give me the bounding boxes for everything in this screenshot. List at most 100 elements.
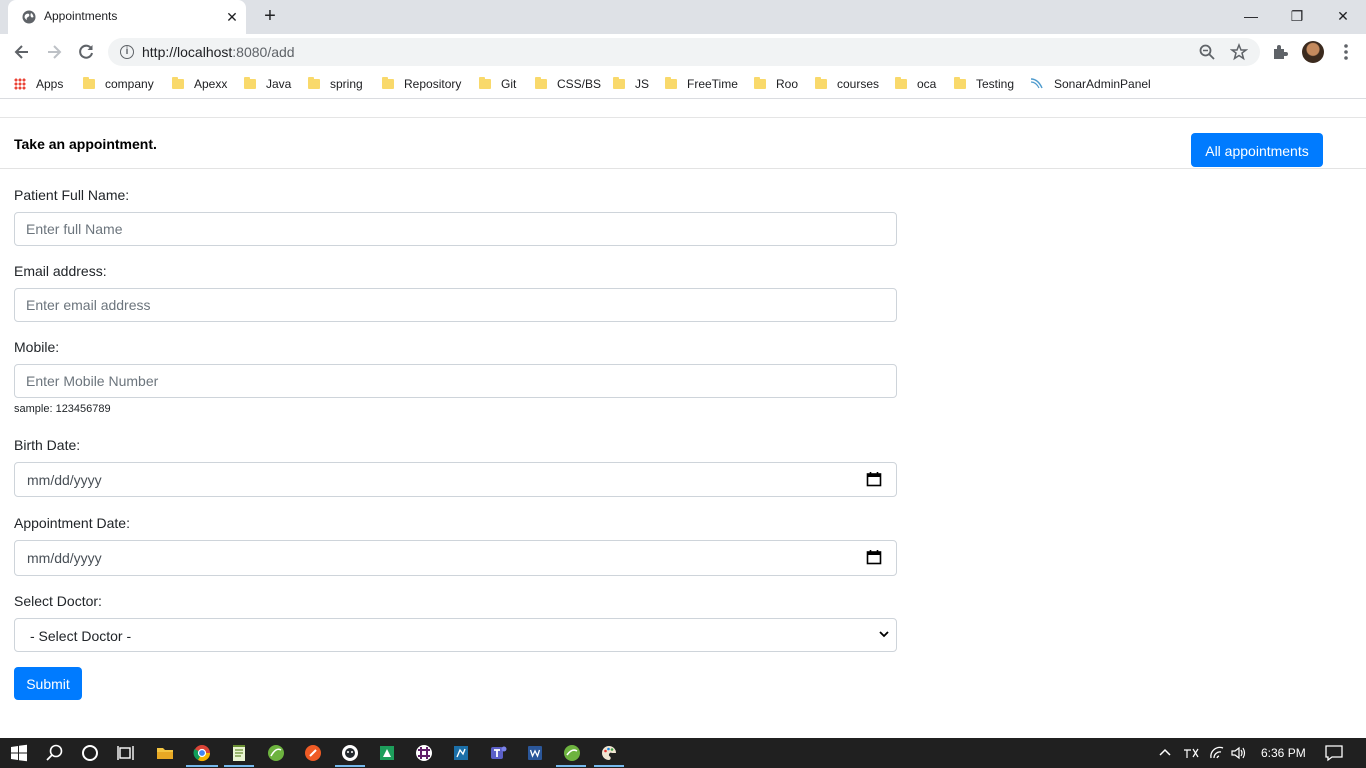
info-icon[interactable]: i (120, 45, 134, 59)
bookmark-folder[interactable]: courses (815, 76, 879, 92)
chevron-down-icon (879, 631, 889, 638)
forward-arrow-icon[interactable] (44, 42, 64, 62)
bookmark-folder[interactable]: Roo (754, 76, 798, 92)
birth-date-input[interactable]: mm/dd/yyyy (14, 462, 897, 497)
bookmark-folder[interactable]: Apexx (172, 76, 227, 92)
restore-button[interactable]: ❐ (1274, 4, 1320, 28)
window-close-button[interactable]: ✕ (1320, 4, 1366, 28)
new-tab-button[interactable]: + (260, 6, 280, 26)
minimize-button[interactable]: — (1228, 4, 1274, 28)
all-appointments-button[interactable]: All appointments (1191, 133, 1323, 167)
sourcetree-icon[interactable] (377, 743, 397, 763)
word-icon[interactable] (525, 743, 545, 763)
kebab-menu-icon[interactable] (1336, 42, 1356, 62)
globe-icon (22, 10, 36, 24)
mobile-help-text: sample: 123456789 (14, 403, 111, 415)
windows-start-icon[interactable] (9, 743, 29, 763)
notification-icon[interactable] (1324, 743, 1344, 763)
bookmark-folder[interactable]: JS (613, 76, 649, 92)
bookmark-apps[interactable]: Apps (14, 76, 63, 92)
reload-icon[interactable] (76, 42, 96, 62)
bookmark-folder[interactable]: Git (479, 76, 516, 92)
submit-button[interactable]: Submit (14, 667, 82, 700)
search-icon[interactable] (45, 743, 65, 763)
full-name-input[interactable] (14, 212, 897, 246)
url-path: :8080/add (232, 44, 295, 60)
windows-taskbar: 6:36 PM (0, 738, 1366, 768)
folder-icon (754, 77, 766, 89)
volume-icon[interactable] (1230, 743, 1248, 763)
profile-avatar[interactable] (1302, 41, 1324, 63)
url-text[interactable]: http://localhost:8080/add (142, 44, 295, 60)
spring-tool-icon[interactable] (266, 743, 286, 763)
chrome-icon[interactable] (192, 743, 212, 763)
teams-icon[interactable] (488, 743, 508, 763)
running-app-indicator (556, 765, 586, 767)
folder-icon (815, 77, 827, 89)
bookmark-star-icon[interactable] (1230, 43, 1248, 61)
email-input[interactable] (14, 288, 897, 322)
bookmark-folder[interactable]: Testing (954, 76, 1014, 92)
back-arrow-icon[interactable] (12, 42, 32, 62)
mobile-input[interactable] (14, 364, 897, 398)
address-bar[interactable]: i http://localhost:8080/add (108, 38, 1260, 66)
paint-icon[interactable] (599, 743, 619, 763)
folder-icon (308, 77, 320, 89)
tab-close-icon[interactable]: ✕ (224, 9, 240, 25)
bookmark-label: oca (917, 77, 937, 91)
name-label: Patient Full Name: (14, 187, 130, 203)
bookmark-folder[interactable]: FreeTime (665, 76, 738, 92)
running-app-indicator (335, 765, 365, 767)
tab-title: Appointments (44, 9, 118, 23)
folder-icon (613, 77, 625, 89)
mysql-workbench-icon[interactable] (451, 743, 471, 763)
running-app-indicator (594, 765, 624, 767)
input-method-icon[interactable] (1182, 743, 1200, 763)
bookmark-folder[interactable]: company (83, 76, 154, 92)
folder-icon (172, 77, 184, 89)
bookmark-label: Java (266, 77, 292, 91)
chevron-up-icon[interactable] (1158, 743, 1172, 763)
spring-boot-icon[interactable] (562, 743, 582, 763)
wifi-icon[interactable] (1208, 743, 1226, 763)
calendar-icon[interactable] (866, 471, 882, 487)
bookmark-label: company (105, 77, 154, 91)
github-desktop-icon[interactable] (340, 743, 360, 763)
bookmark-folder[interactable]: Repository (382, 76, 461, 92)
cortana-icon[interactable] (80, 743, 100, 763)
bookmark-folder[interactable]: oca (895, 76, 936, 92)
file-explorer-icon[interactable] (155, 743, 175, 763)
folder-icon (244, 77, 256, 89)
browser-tabstrip: Appointments ✕ + — ❐ ✕ (0, 0, 1366, 34)
folder-icon (535, 77, 547, 89)
slack-icon[interactable] (414, 743, 434, 763)
bookmark-folder[interactable]: Java (244, 76, 291, 92)
postman-icon[interactable] (303, 743, 323, 763)
folder-icon (954, 77, 966, 89)
folder-icon (382, 77, 394, 89)
bookmark-label: Roo (776, 77, 799, 91)
extensions-puzzle-icon[interactable] (1270, 42, 1290, 62)
bookmark-label: Apps (36, 77, 64, 91)
folder-icon (665, 77, 677, 89)
browser-tab[interactable]: Appointments ✕ (8, 0, 246, 34)
doctor-select[interactable]: - Select Doctor - (14, 618, 897, 652)
folder-icon (479, 77, 491, 89)
url-host: http://localhost (142, 44, 233, 60)
bookmark-sonar[interactable]: SonarAdminPanel (1030, 76, 1151, 92)
birth-date-label: Birth Date: (14, 437, 81, 453)
apps-grid-icon (14, 78, 26, 90)
bookmark-folder[interactable]: spring (308, 76, 363, 92)
appointment-date-input[interactable]: mm/dd/yyyy (14, 540, 897, 576)
zoom-icon[interactable] (1198, 43, 1216, 61)
bookmark-label: FreeTime (687, 77, 738, 91)
clock-time[interactable]: 6:36 PM (1261, 744, 1306, 762)
bookmark-folder[interactable]: CSS/BS (535, 76, 601, 92)
notepad-icon[interactable] (229, 743, 249, 763)
task-view-icon[interactable] (116, 743, 136, 763)
page-title: Take an appointment. (14, 136, 157, 152)
mobile-label: Mobile: (14, 339, 60, 355)
sonar-icon (1030, 78, 1043, 89)
bookmark-label: SonarAdminPanel (1054, 77, 1151, 91)
calendar-icon[interactable] (866, 549, 882, 565)
